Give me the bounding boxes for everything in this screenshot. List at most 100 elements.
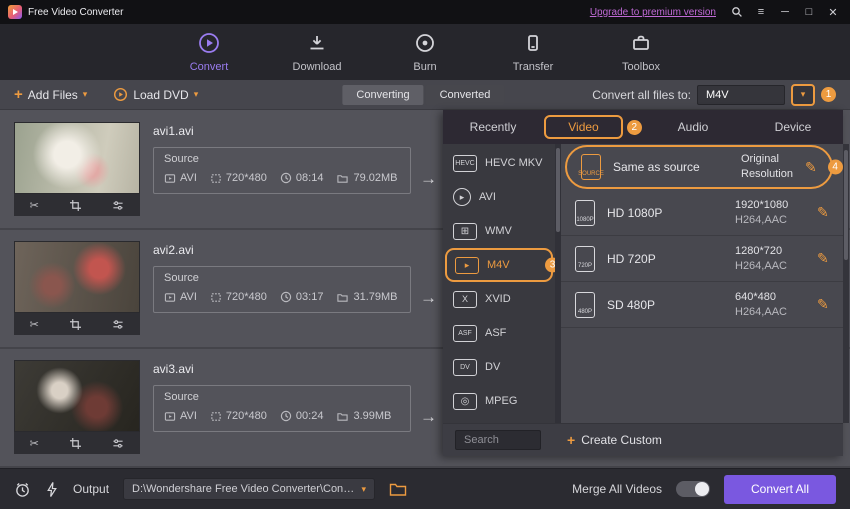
step-badge-4: 4 [828,160,843,175]
crop-icon[interactable] [70,319,81,330]
thumbnail-toolbar: ✂ [14,313,140,335]
load-dvd-button[interactable]: Load DVD ▾ [113,87,198,102]
preset-hd-720p[interactable]: 720P HD 720P 1280*720 H264,AAC ✎ [561,236,843,282]
format-item-xvid[interactable]: X XVID [445,282,553,316]
format-item-hevc-mkv[interactable]: HEVC HEVC MKV [445,146,553,180]
edit-preset-icon[interactable]: ✎ [817,250,829,267]
preset-sd-480p[interactable]: 480P SD 480P 640*480 H264,AAC ✎ [561,282,843,328]
m4v-icon: ▸ [455,257,479,274]
edit-preset-icon[interactable]: ✎ [805,159,817,176]
preset-same-as-source[interactable]: SOURCE Same as source Original Resolutio… [565,145,833,189]
minimize-button[interactable]: ─ [776,3,794,21]
upgrade-link[interactable]: Upgrade to premium version [590,7,716,18]
merge-toggle[interactable] [676,481,710,497]
mpeg-icon: ◎ [453,393,477,410]
format-panel-footer: + Create Custom [443,423,843,456]
output-format-dropdown-button[interactable]: ▾ [791,84,815,106]
source-box: Source AVI 720*480 08:14 [153,147,411,194]
tab-download[interactable]: Download [287,32,347,73]
resolution-detail: 720*480 [210,291,267,303]
app-title: Free Video Converter [28,7,123,18]
file-name: avi2.avi [153,243,411,257]
tab-recently[interactable]: Recently [443,110,543,144]
thumbnail-image [14,122,140,194]
format-item-m4v[interactable]: ▸ M4V 3 [445,248,553,282]
trim-icon[interactable]: ✂ [30,437,39,450]
edit-preset-icon[interactable]: ✎ [817,296,829,313]
effects-icon[interactable] [112,319,124,330]
duration-detail: 00:24 [280,410,324,422]
trim-icon[interactable]: ✂ [30,318,39,331]
effects-icon[interactable] [112,200,124,211]
file-info: avi1.avi Source AVI 720*480 [153,122,411,228]
high-speed-icon[interactable] [45,481,59,498]
toolbox-icon [630,32,652,57]
create-custom-button[interactable]: + Create Custom [567,432,662,448]
close-button[interactable]: ✕ [824,3,842,21]
file-name: avi1.avi [153,124,411,138]
source-box: Source AVI 720*480 03:17 [153,266,411,313]
format-item-avi[interactable]: ▸ AVI [445,180,553,214]
menu-icon[interactable]: ≡ [752,3,770,21]
dvd-icon [113,87,128,102]
plus-icon: + [567,432,575,448]
app-logo-icon [8,5,22,19]
chevron-down-icon: ▾ [801,89,806,100]
file-info: avi3.avi Source AVI 720*480 [153,360,411,466]
main-nav: Convert Download Burn Transfer Toolbox [0,24,850,80]
crop-icon[interactable] [70,438,81,449]
maximize-button[interactable]: □ [800,3,818,21]
tab-burn[interactable]: Burn [395,32,455,73]
convert-all-files-to: Convert all files to: M4V ▾ 1 [592,84,836,106]
tab-convert[interactable]: Convert [179,32,239,73]
step-badge-1: 1 [821,87,836,102]
search-input[interactable] [455,430,541,450]
preset-hd-1080p[interactable]: 1080P HD 1080P 1920*1080 H264,AAC ✎ [561,190,843,236]
queue-tabs: Converting Converted [342,80,504,109]
avi-icon: ▸ [453,188,471,206]
format-picker-panel: Recently Video 2 Audio Device HEVC HEVC … [443,110,843,456]
plus-icon: + [14,86,23,103]
tab-audio[interactable]: Audio [643,110,743,144]
thumbnail-image [14,360,140,432]
output-format-select[interactable]: M4V [697,85,785,105]
xvid-icon: X [453,291,477,308]
duration-detail: 03:17 [280,291,324,303]
tab-converting[interactable]: Converting [342,85,423,105]
resolution-detail: 720*480 [210,410,267,422]
preset-list-scrollbar[interactable] [843,144,849,423]
format-item-dv[interactable]: DV DV [445,350,553,384]
format-item-asf[interactable]: ASF ASF [445,316,553,350]
video-thumbnail: ✂ [14,241,140,347]
add-files-button[interactable]: + Add Files ▾ [14,86,87,103]
tab-transfer[interactable]: Transfer [503,32,563,73]
format-detail: AVI [164,291,197,303]
open-folder-icon[interactable] [389,482,407,497]
tab-video[interactable]: Video 2 [543,110,643,144]
crop-icon[interactable] [70,200,81,211]
effects-icon[interactable] [112,438,124,449]
output-path-select[interactable]: D:\Wondershare Free Video Converter\Conv… [123,478,375,500]
schedule-icon[interactable] [14,481,31,498]
tab-converted[interactable]: Converted [426,85,505,105]
app-window: Free Video Converter Upgrade to premium … [0,0,850,509]
size-detail: 31.79MB [336,291,397,303]
edit-preset-icon[interactable]: ✎ [817,204,829,221]
trim-icon[interactable]: ✂ [30,199,39,212]
tab-device[interactable]: Device [743,110,843,144]
format-item-wmv[interactable]: ⊞ WMV [445,214,553,248]
size-detail: 79.02MB [336,172,397,184]
thumbnail-image [14,241,140,313]
format-item-mpeg[interactable]: ◎ MPEG [445,384,553,418]
tab-toolbox[interactable]: Toolbox [611,32,671,73]
chevron-down-icon[interactable]: ▾ [83,89,88,100]
convert-all-button[interactable]: Convert All [724,475,836,504]
search-icon[interactable] [728,3,746,21]
chevron-down-icon[interactable]: ▾ [194,89,199,100]
titlebar: Free Video Converter Upgrade to premium … [0,0,850,24]
toolbar: + Add Files ▾ Load DVD ▾ Converting Conv… [0,80,850,110]
output-label: Output [73,482,109,496]
1080p-file-icon: 1080P [575,200,595,226]
asf-icon: ASF [453,325,477,342]
source-box: Source AVI 720*480 00:24 [153,385,411,432]
